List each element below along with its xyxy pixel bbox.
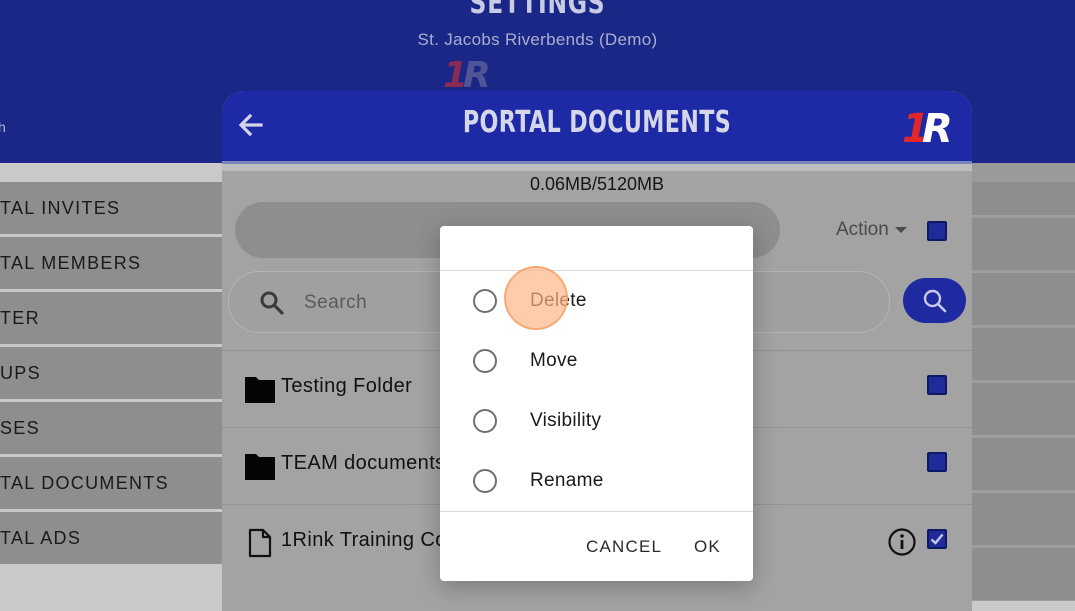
row-checkbox[interactable] <box>927 452 947 472</box>
dialog-divider <box>440 511 753 512</box>
option-label: Visibility <box>530 410 602 431</box>
logo-icon: 1 R <box>443 55 491 93</box>
search-button[interactable] <box>903 278 966 323</box>
back-arrow-icon[interactable] <box>235 109 267 141</box>
settings-subtitle: St. Jacobs Riverbends (Demo) <box>417 30 658 49</box>
option-label: Move <box>530 350 578 371</box>
row-checkbox-checked[interactable] <box>927 529 947 549</box>
settings-menu-right <box>972 163 1075 601</box>
radio-button[interactable] <box>473 289 497 313</box>
option-visibility[interactable]: Visibility <box>440 395 753 455</box>
option-rename[interactable]: Rename <box>440 455 753 515</box>
settings-menu-item[interactable]: TAL MEMBERS <box>0 237 225 289</box>
cancel-button[interactable]: CANCEL <box>586 537 662 557</box>
radio-button[interactable] <box>473 349 497 373</box>
svg-text:R: R <box>463 55 491 93</box>
action-label: Action <box>836 219 889 240</box>
settings-menu-item[interactable]: TAL ADS <box>0 512 225 564</box>
action-dialog: Delete Move Visibility Rename CANCEL OK <box>440 226 753 581</box>
touch-indicator <box>504 266 568 330</box>
settings-menu-item[interactable]: SES <box>0 402 225 454</box>
caret-down-icon <box>894 226 907 233</box>
list-item-label: Testing Folder <box>281 375 413 397</box>
radio-button[interactable] <box>473 409 497 433</box>
panel-title: PORTAL DOCUMENTS <box>462 105 732 140</box>
radio-button[interactable] <box>473 469 497 493</box>
settings-menu-item[interactable]: UPS <box>0 347 225 399</box>
list-item-label: TEAM documents <box>281 452 446 474</box>
action-dropdown[interactable]: Action <box>836 219 907 241</box>
row-checkbox[interactable] <box>927 375 947 395</box>
brand-logo-icon: 1 R <box>902 106 953 147</box>
storage-progress-bar <box>222 161 972 171</box>
select-all-checkbox[interactable] <box>927 221 947 241</box>
storage-usage: 0.06MB/5120MB <box>529 174 665 194</box>
file-icon <box>248 528 272 558</box>
dialog-title-area <box>440 226 753 271</box>
info-icon[interactable] <box>887 527 917 557</box>
svg-text:R: R <box>922 106 953 147</box>
search-icon <box>923 289 947 313</box>
settings-menu-item[interactable]: TAL DOCUMENTS <box>0 457 225 509</box>
ok-button[interactable]: OK <box>694 537 721 557</box>
settings-menu-right-top <box>972 163 1075 182</box>
option-move[interactable]: Move <box>440 335 753 395</box>
settings-menu-item[interactable]: TAL INVITES <box>0 182 225 234</box>
check-icon <box>930 533 944 545</box>
search-icon <box>260 291 284 315</box>
settings-menu: TAL INVITES TAL MEMBERS TER UPS SES TAL … <box>0 182 225 567</box>
panel-header: PORTAL DOCUMENTS 1 R <box>222 91 972 161</box>
settings-title: SETTINGS <box>469 0 606 21</box>
settings-left-text: h <box>0 119 6 135</box>
folder-icon <box>245 377 275 403</box>
option-delete[interactable]: Delete <box>440 275 753 335</box>
settings-menu-item[interactable]: TER <box>0 292 225 344</box>
option-label: Rename <box>530 470 604 491</box>
folder-icon <box>245 454 275 480</box>
